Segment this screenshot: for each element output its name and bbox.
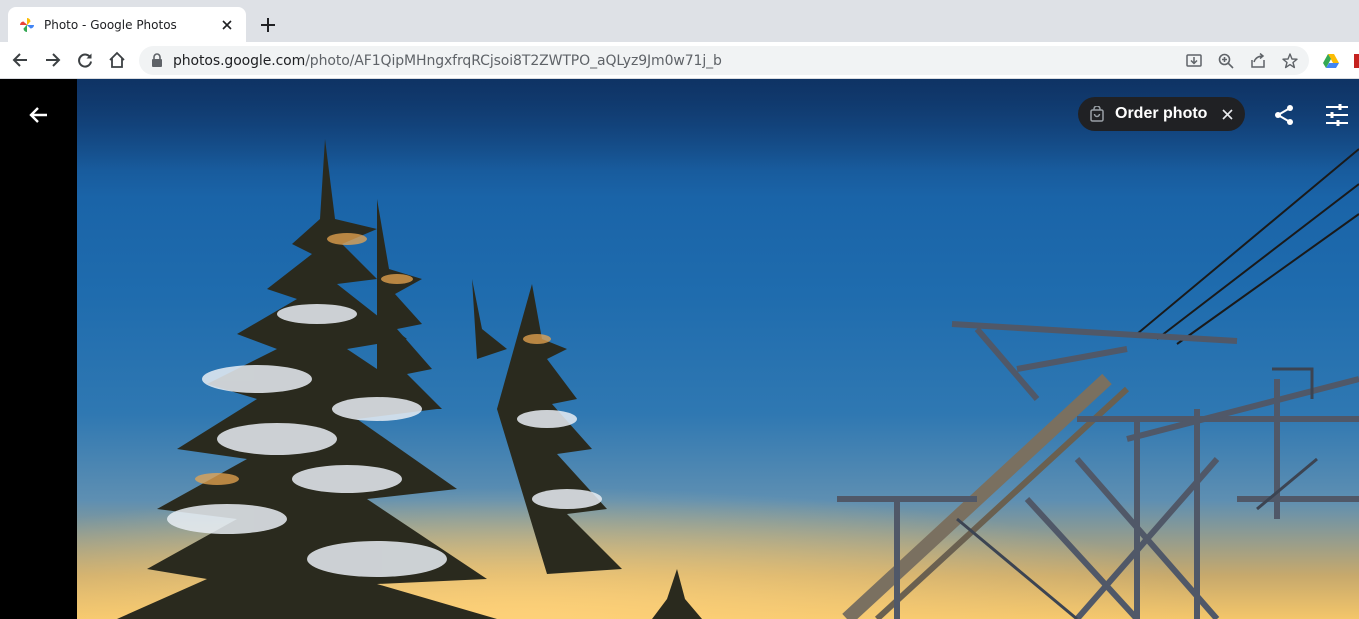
zoom-icon[interactable] bbox=[1216, 51, 1236, 71]
tune-sliders-icon[interactable] bbox=[1323, 101, 1351, 129]
url-host: photos.google.com bbox=[173, 53, 306, 69]
order-photo-chip[interactable]: Order photo bbox=[1078, 97, 1245, 131]
order-photo-label: Order photo bbox=[1115, 105, 1208, 122]
url-path: /photo/AF1QipMHngxfrqRCjsoi8T2ZWTPO_aQLy… bbox=[305, 53, 722, 69]
address-bar[interactable]: photos.google.com/photo/AF1QipMHngxfrqRC… bbox=[139, 46, 1309, 75]
bookmark-star-icon[interactable] bbox=[1280, 51, 1300, 71]
photo-scene bbox=[77, 79, 1359, 619]
reload-icon[interactable] bbox=[73, 48, 97, 72]
arrow-left-icon[interactable] bbox=[8, 48, 32, 72]
lock-icon[interactable] bbox=[151, 53, 163, 67]
home-icon[interactable] bbox=[105, 48, 129, 72]
tab-title: Photo - Google Photos bbox=[44, 17, 177, 32]
cables bbox=[1136, 148, 1359, 345]
tab-strip: Photo - Google Photos bbox=[0, 0, 1359, 42]
photo-viewer: Order photo bbox=[0, 79, 1359, 619]
browser-toolbar: photos.google.com/photo/AF1QipMHngxfrqRC… bbox=[0, 42, 1359, 79]
share-icon[interactable] bbox=[1248, 51, 1268, 71]
shopping-bag-icon bbox=[1090, 106, 1104, 122]
plus-icon[interactable] bbox=[257, 14, 279, 36]
close-icon[interactable] bbox=[1219, 106, 1235, 122]
photo-image[interactable] bbox=[77, 79, 1359, 619]
google-drive-icon[interactable] bbox=[1322, 52, 1340, 70]
close-icon[interactable] bbox=[218, 16, 236, 34]
arrow-left-icon[interactable] bbox=[20, 97, 56, 133]
extension-icon[interactable] bbox=[1352, 52, 1359, 70]
google-photos-pinwheel-icon bbox=[20, 17, 34, 32]
share-icon[interactable] bbox=[1270, 101, 1298, 129]
browser-tab[interactable]: Photo - Google Photos bbox=[8, 7, 246, 42]
arrow-right-icon[interactable] bbox=[41, 48, 65, 72]
url-text[interactable]: photos.google.com/photo/AF1QipMHngxfrqRC… bbox=[173, 53, 722, 69]
install-app-icon[interactable] bbox=[1184, 51, 1204, 71]
